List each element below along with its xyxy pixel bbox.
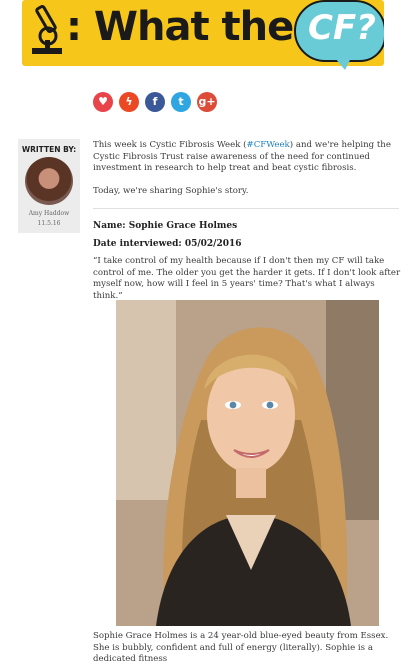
cf-bubble-text: CF? xyxy=(308,8,376,48)
sophie-photo xyxy=(116,300,379,626)
share-bar: ♥ ϟ f t g+ xyxy=(93,92,217,112)
bio-paragraph: Sophie Grace Holmes is a 24 year-old blu… xyxy=(93,631,389,665)
subject-name: Name: Sophie Grace Holmes xyxy=(93,221,238,231)
banner-title: : What the xyxy=(66,4,294,50)
avatar[interactable] xyxy=(25,157,73,205)
microscope-icon xyxy=(32,4,62,54)
facebook-icon[interactable]: f xyxy=(145,92,165,112)
twitter-icon[interactable]: t xyxy=(171,92,191,112)
intro-paragraph: This week is Cystic Fibrosis Week (#CFWe… xyxy=(93,140,391,174)
heart-icon[interactable]: ♥ xyxy=(93,92,113,112)
site-banner[interactable]: : What the CF? xyxy=(22,0,384,66)
cf-speech-bubble: CF? xyxy=(294,0,384,62)
interview-date: Date interviewed: 05/02/2016 xyxy=(93,239,242,249)
divider xyxy=(93,208,399,209)
portrait-illustration xyxy=(116,300,379,626)
stumbleupon-icon[interactable]: ϟ xyxy=(119,92,139,112)
written-by-label: WRITTEN BY: xyxy=(21,145,77,154)
quote-paragraph: “I take control of my health because if … xyxy=(93,256,401,302)
author-card: WRITTEN BY: Amy Haddow 11.5.16 xyxy=(18,139,80,233)
googleplus-icon[interactable]: g+ xyxy=(197,92,217,112)
author-name[interactable]: Amy Haddow xyxy=(18,210,80,217)
post-date: 11.5.16 xyxy=(37,220,61,227)
sharing-paragraph: Today, we're sharing Sophie's story. xyxy=(93,186,249,196)
speech-bubble-tail xyxy=(335,58,351,70)
cfweek-link[interactable]: #CFWeek xyxy=(247,140,290,150)
